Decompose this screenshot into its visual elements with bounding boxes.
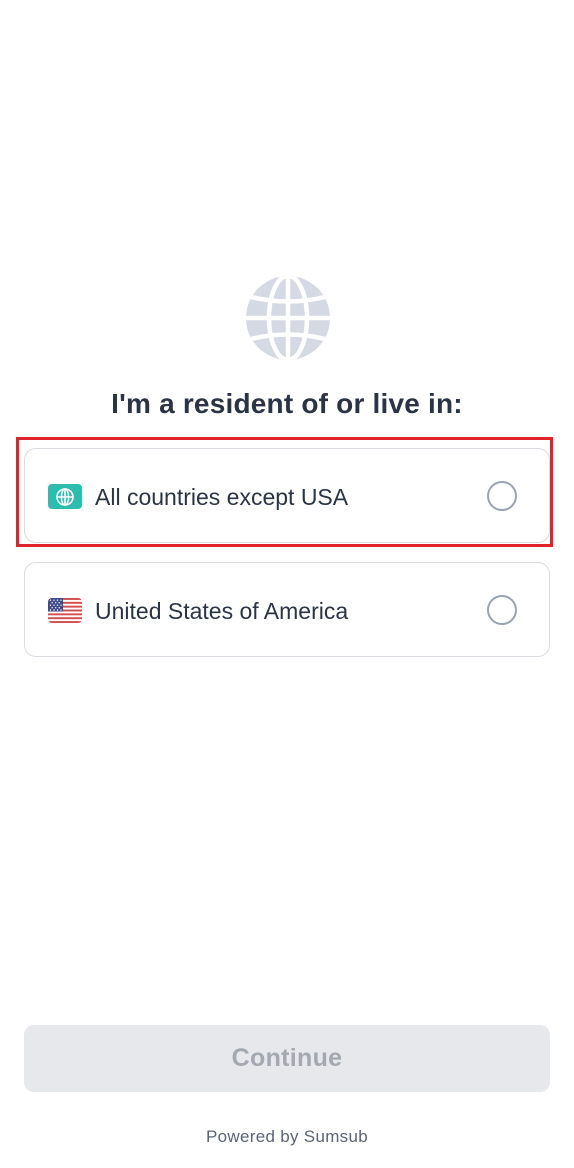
option-label: All countries except USA — [95, 484, 349, 510]
radio-button[interactable] — [487, 595, 517, 625]
option-united-states-of-america[interactable]: United States of America — [24, 562, 550, 657]
option-label: United States of America — [95, 598, 349, 624]
globe-icon — [245, 275, 331, 361]
powered-by-text: Powered by Sumsub — [206, 1127, 368, 1146]
us-flag-icon — [48, 598, 82, 623]
radio-button[interactable] — [487, 481, 517, 511]
option-all-countries-except-usa[interactable]: All countries except USA — [24, 448, 550, 543]
page-title: I'm a resident of or live in: — [111, 388, 463, 419]
globe-badge-icon — [48, 484, 82, 509]
continue-button[interactable]: Continue — [24, 1025, 550, 1092]
